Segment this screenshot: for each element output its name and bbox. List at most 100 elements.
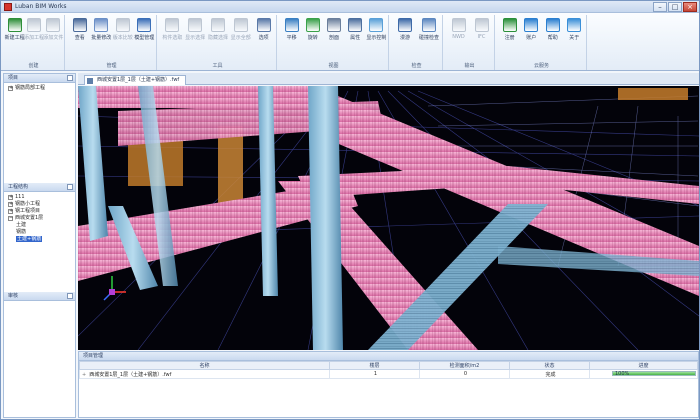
document-icon [87, 78, 93, 84]
cell-status: 完成 [509, 369, 590, 379]
structure-panel-title: 工程结构 [8, 184, 29, 190]
pan-icon [284, 18, 299, 32]
column-header-floor[interactable]: 楼层 [329, 361, 420, 370]
column-header-name[interactable]: 名称 [79, 361, 330, 370]
options-button[interactable]: 选项 [253, 18, 275, 52]
model-manage-button[interactable]: 模型管理 [133, 18, 155, 52]
close-button[interactable]: × [683, 2, 697, 12]
add-file-button[interactable]: 添加文件 [42, 18, 64, 52]
nwd-export-button[interactable]: NWD [448, 18, 470, 52]
rotate-icon [305, 18, 320, 32]
projects-panel-header[interactable]: 项目 [4, 74, 75, 83]
nwd-export-icon [451, 18, 466, 32]
cell-name: + 西城安置1层_1层（土建+钢筋）.fwf [79, 369, 330, 379]
view-button[interactable]: 查看 [69, 18, 91, 52]
review-panel-title: 审核 [8, 293, 19, 299]
ribbon-group-title: 检查 [411, 63, 422, 69]
ifc-export-icon [474, 18, 489, 32]
tree-item[interactable]: +111 [8, 194, 71, 201]
column-header-area[interactable]: 检测面积/m2 [419, 361, 510, 370]
pin-icon[interactable] [67, 184, 73, 190]
tool-label: 显示控制 [366, 35, 387, 41]
tool-label: 模型管理 [134, 35, 155, 41]
expand-icon[interactable]: + [8, 195, 13, 200]
pin-icon[interactable] [67, 293, 73, 299]
column-header-progress[interactable]: 进度 [589, 361, 698, 370]
tree-item[interactable]: + 钢工程项目 [8, 208, 71, 215]
tool-label: IFC [477, 34, 486, 40]
tree-item[interactable]: + 钢筋小工程 [8, 201, 71, 208]
display-control-button[interactable]: 显示控制 [365, 18, 387, 52]
ifc-export-button[interactable]: IFC [471, 18, 493, 52]
column-header-status[interactable]: 状态 [509, 361, 590, 370]
ribbon-group: 构件选取 显示选择 隐藏选择 显示全部 选项工具 [159, 15, 277, 70]
tool-label: 选项 [258, 35, 269, 41]
tool-label: 碰撞检查 [418, 35, 439, 41]
help-button[interactable]: 帮助 [542, 18, 564, 52]
document-tab-label: 西城安置1层_1层（土建+钢筋）.fwf [97, 77, 180, 83]
show-all-button[interactable]: 显示全部 [230, 18, 252, 52]
tree-item-label: 钢筋小工程 [15, 201, 41, 207]
pin-icon[interactable] [67, 75, 73, 81]
review-panel-body [4, 301, 75, 416]
about-button[interactable]: 关于 [563, 18, 585, 52]
ribbon-group-title: 创建 [28, 63, 39, 69]
project-management-header[interactable]: 项目管理 [79, 352, 698, 361]
project-management-panel: 项目管理 名称 楼层 检测面积/m2 状态 进度 + 西城安置1层_1层（土建+钢… [78, 351, 699, 418]
rotate-button[interactable]: 旋转 [302, 18, 324, 52]
tree-item-label: 西城安置1层 [15, 215, 44, 221]
tree-item[interactable]: 土建+钢筋 [8, 236, 71, 243]
show-selection-button[interactable]: 显示选择 [184, 18, 206, 52]
tree-item-label: 钢工程项目 [15, 208, 41, 214]
batch-edit-icon [94, 18, 109, 32]
add-file-icon [46, 18, 61, 32]
tool-label: 显示全部 [230, 35, 251, 41]
tree-item[interactable]: 钢筋 [8, 229, 71, 236]
ribbon-group: 平移 旋转 剖面 属性 显示控制 视图 [279, 15, 389, 70]
walkthrough-button[interactable]: 漫游 [394, 18, 416, 52]
register-button[interactable]: 注册 [499, 18, 521, 52]
ribbon-group: 注册 账户 帮助 关于云服务 [497, 15, 587, 70]
expand-icon[interactable]: + [8, 209, 13, 214]
ribbon-group-title: 管理 [106, 63, 117, 69]
expand-icon[interactable]: − [8, 216, 13, 221]
ribbon-group-title: 云服务 [533, 63, 549, 69]
section-button[interactable]: 剖面 [323, 18, 345, 52]
structure-panel-header[interactable]: 工程结构 [4, 183, 75, 192]
properties-button[interactable]: 属性 [344, 18, 366, 52]
minimize-button[interactable]: – [653, 2, 667, 12]
tree-item[interactable]: − 西城安置1层 [8, 215, 71, 222]
tool-label: 属性 [350, 35, 361, 41]
ribbon-group-title: 工具 [212, 63, 223, 69]
hide-selection-button[interactable]: 隐藏选择 [207, 18, 229, 52]
project-management-title: 项目管理 [83, 353, 104, 359]
new-project-icon [7, 18, 22, 32]
progress-bar: 100% [612, 371, 696, 377]
pan-button[interactable]: 平移 [281, 18, 303, 52]
account-button[interactable]: 账户 [520, 18, 542, 52]
version-compare-button[interactable]: 版本比较 [112, 18, 134, 52]
tool-label: 平移 [286, 35, 297, 41]
batch-edit-button[interactable]: 批量修改 [90, 18, 112, 52]
show-all-icon [233, 18, 248, 32]
expand-icon[interactable]: + [8, 202, 13, 207]
structure-tree: +111 + 钢筋小工程 + 钢工程项目 − 西城安置1层 土建 钢筋 土建+钢筋 [4, 192, 75, 292]
view-icon [72, 18, 87, 32]
3d-viewport[interactable] [78, 86, 699, 350]
tool-label: 版本比较 [112, 35, 133, 41]
clash-check-button[interactable]: 碰撞检查 [418, 18, 440, 52]
document-tab[interactable]: 西城安置1层_1层（土建+钢筋）.fwf [84, 75, 187, 85]
maximize-button[interactable]: □ [668, 2, 682, 12]
tree-item-label: 土建+钢筋 [16, 236, 43, 242]
review-panel-header[interactable]: 审核 [4, 292, 75, 301]
tree-item[interactable]: 土建 [8, 222, 71, 229]
tool-label: 账户 [526, 35, 537, 41]
table-row[interactable]: + 西城安置1层_1层（土建+钢筋）.fwf 1 0 完成 100% [79, 369, 698, 379]
row-expand-icon[interactable]: + [82, 372, 86, 378]
expand-icon[interactable]: + [8, 86, 13, 91]
tree-item[interactable]: + 钢筋局部工程 [8, 85, 71, 92]
hide-selection-icon [211, 18, 225, 32]
version-compare-icon [115, 18, 130, 32]
select-button[interactable]: 构件选取 [161, 18, 183, 52]
left-panel: 项目 + 钢筋局部工程 工程结构 +111 + 钢筋小工程 + 钢工程项目 − 西城安置1层土… [3, 73, 76, 418]
